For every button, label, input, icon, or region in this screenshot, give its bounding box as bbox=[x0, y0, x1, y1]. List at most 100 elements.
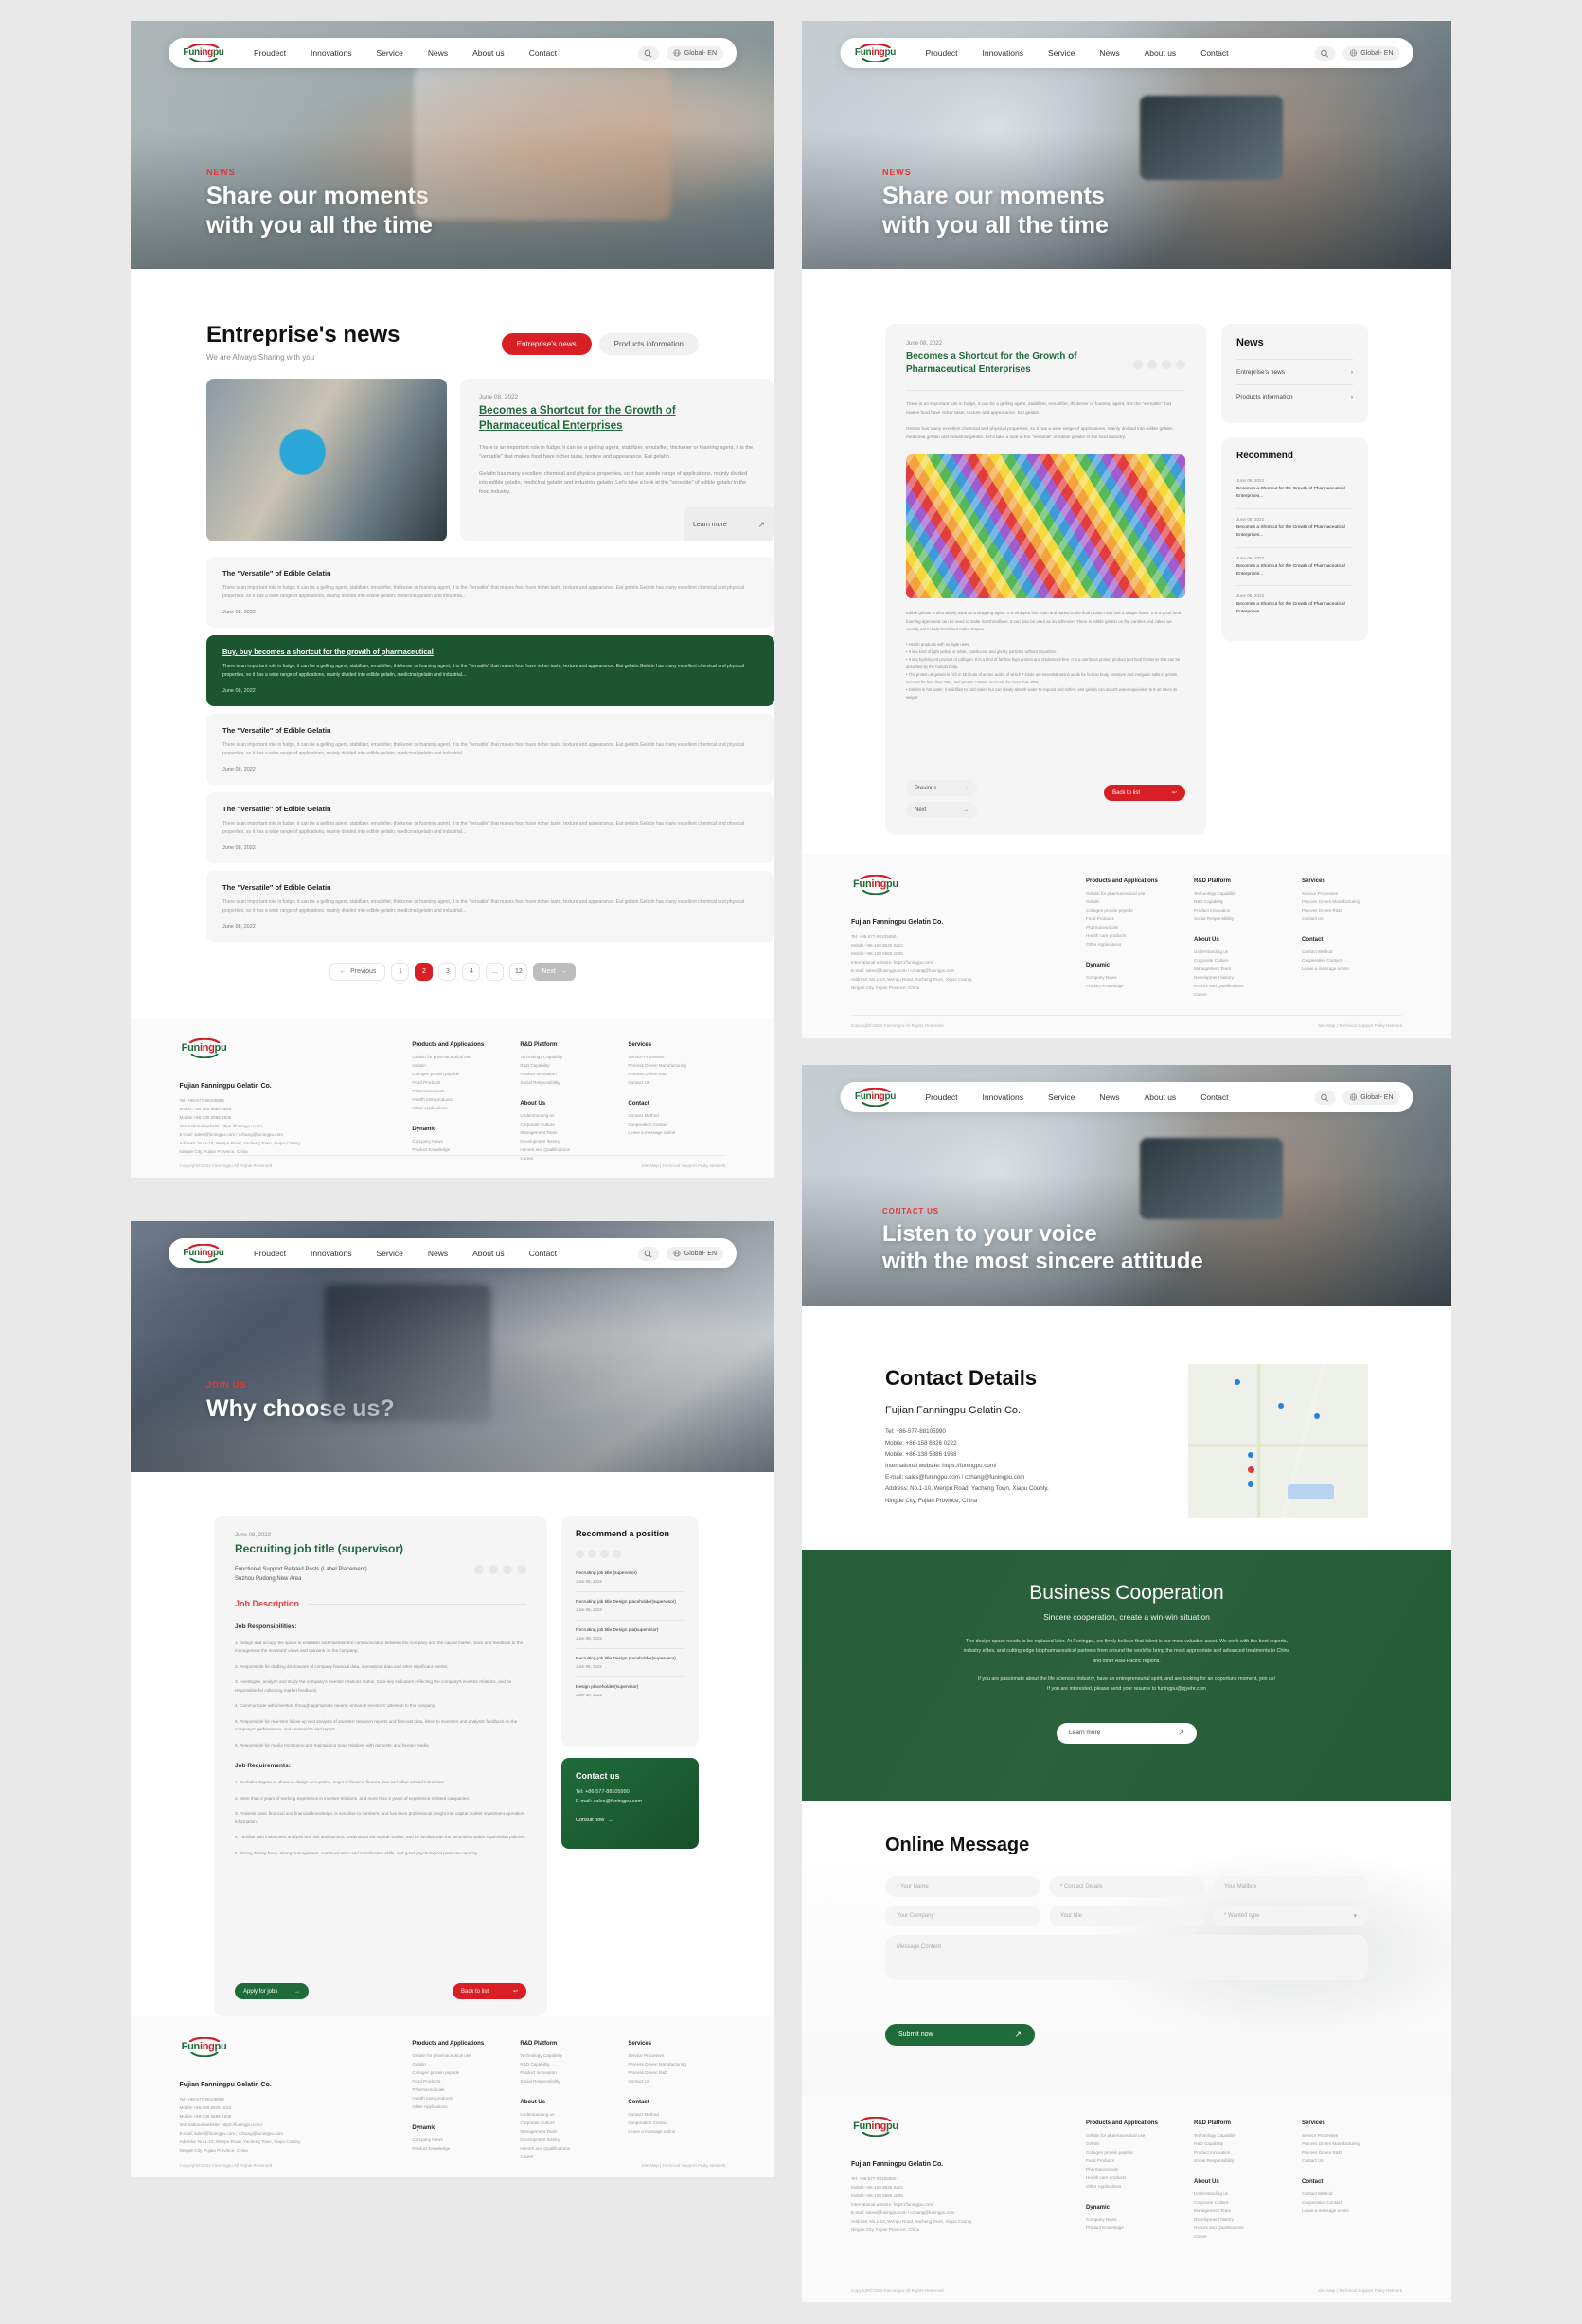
footer-link[interactable]: Social Responsibility bbox=[1194, 915, 1277, 924]
footer-logo[interactable]: Funingpu bbox=[851, 2117, 900, 2137]
footer-link[interactable]: Process Driven Manufacturing bbox=[628, 1062, 711, 1071]
nav-link-innovations[interactable]: Innovations bbox=[983, 48, 1023, 58]
footer-link[interactable]: Leave a message online bbox=[1302, 966, 1385, 974]
footer-link[interactable]: Company News bbox=[1086, 974, 1169, 983]
search-icon[interactable] bbox=[637, 45, 659, 61]
footer-link[interactable]: Other Applications bbox=[412, 2103, 495, 2112]
brand-logo[interactable]: Funingpu bbox=[182, 1244, 225, 1263]
footer-link[interactable]: Contact Us bbox=[628, 2078, 711, 2086]
footer-link[interactable]: Company News bbox=[412, 2137, 495, 2145]
dot-icon-4[interactable] bbox=[613, 1550, 621, 1558]
footer-link[interactable]: Management Team bbox=[1194, 2208, 1277, 2216]
footer-link[interactable]: Contact Us bbox=[1302, 2157, 1385, 2166]
footer-link[interactable]: Process Driven Manufacturing bbox=[1302, 898, 1385, 907]
footer-link[interactable]: Gelatin for pharmaceutical use bbox=[412, 1054, 495, 1062]
nav-link-about[interactable]: About us bbox=[1145, 48, 1177, 58]
language-selector[interactable]: Global- EN bbox=[666, 1246, 723, 1261]
recommend-position-item[interactable]: Recruiting job title (supervisor) June 08… bbox=[576, 1564, 684, 1591]
footer-link[interactable]: Corporate Culture bbox=[1194, 2199, 1277, 2208]
footer-link[interactable]: Service Processes bbox=[628, 1054, 711, 1062]
footer-link[interactable]: Technology Capability bbox=[520, 1054, 603, 1062]
footer-link[interactable]: Process Driven Manufacturing bbox=[628, 2061, 711, 2069]
next-article-button[interactable]: Next → bbox=[906, 802, 977, 818]
recommend-item[interactable]: June 08, 2022 Becomes a Shortcut for the … bbox=[1236, 470, 1353, 508]
location-map[interactable] bbox=[1188, 1364, 1368, 1518]
language-selector[interactable]: Global- EN bbox=[1342, 45, 1400, 61]
footer-link[interactable]: Honors and Qualifications bbox=[520, 1146, 603, 1155]
footer-link[interactable]: Gelatin for pharmaceutical use bbox=[1086, 2132, 1169, 2140]
footer-link[interactable]: Technology Capability bbox=[1194, 2132, 1277, 2140]
nav-link-service[interactable]: Service bbox=[377, 1249, 403, 1258]
previous-article-button[interactable]: Previous → bbox=[906, 780, 977, 796]
nav-link-news[interactable]: News bbox=[428, 48, 448, 58]
pagination-next[interactable]: Next → bbox=[533, 963, 576, 981]
footer-link[interactable]: Company News bbox=[412, 1138, 495, 1146]
footer-link[interactable]: R&D Capability bbox=[1194, 2140, 1277, 2149]
featured-news-image[interactable] bbox=[206, 379, 447, 541]
nav-link-news[interactable]: News bbox=[428, 1249, 448, 1258]
nav-link-product[interactable]: Proudect bbox=[926, 48, 958, 58]
back-to-list-button[interactable]: Back to list ↩ bbox=[453, 1983, 526, 1999]
news-list-item[interactable]: The "Versatile" of Edible Gelatin There i… bbox=[206, 557, 774, 628]
news-list-item[interactable]: The "Versatile" of Edible Gelatin There i… bbox=[206, 871, 774, 942]
footer-link[interactable]: Cooperation Contact bbox=[628, 1121, 711, 1129]
footer-link[interactable]: Food Products bbox=[1086, 2157, 1169, 2166]
footer-link[interactable]: Food Products bbox=[412, 1079, 495, 1088]
nav-link-about[interactable]: About us bbox=[472, 48, 505, 58]
language-selector[interactable]: Global- EN bbox=[1342, 1090, 1400, 1105]
footer-link[interactable]: Product Knowledge bbox=[1086, 983, 1169, 991]
footer-link[interactable]: Leave a message online bbox=[628, 1129, 711, 1138]
footer-link[interactable]: Process Driven R&D bbox=[1302, 907, 1385, 915]
email-input[interactable]: Your Mailbox bbox=[1213, 1876, 1368, 1897]
footer-link[interactable]: Contact Us bbox=[1302, 915, 1385, 924]
footer-link[interactable]: Development history bbox=[520, 1138, 603, 1146]
footer-link[interactable]: Contact Us bbox=[628, 1079, 711, 1088]
footer-link[interactable]: Honors and Qualifications bbox=[520, 2145, 603, 2154]
cooperation-learn-more-button[interactable]: Learn more ↗ bbox=[1057, 1722, 1197, 1744]
footer-link[interactable]: Pharmaceuticals bbox=[1086, 2166, 1169, 2174]
footer-link[interactable]: Pharmaceuticals bbox=[412, 2086, 495, 2095]
footer-link[interactable]: Gelatin for pharmaceutical use bbox=[1086, 890, 1169, 898]
footer-link[interactable]: Corporate Culture bbox=[520, 2120, 603, 2128]
footer-link[interactable]: Contact Method bbox=[628, 2111, 711, 2120]
pagination-page-2[interactable]: 2 bbox=[415, 963, 434, 981]
message-textarea[interactable]: Message Content bbox=[885, 1935, 1368, 1980]
dot-icon-1[interactable] bbox=[576, 1550, 584, 1558]
footer-link[interactable]: Pharmaceuticals bbox=[412, 1088, 495, 1096]
footer-link[interactable]: Leave a message online bbox=[1302, 2208, 1385, 2216]
title-input[interactable]: Your title bbox=[1049, 1906, 1204, 1926]
pagination-page-4[interactable]: 4 bbox=[462, 963, 481, 981]
footer-link[interactable]: Social Responsibility bbox=[520, 1079, 603, 1088]
pagination-page-12[interactable]: 12 bbox=[509, 963, 528, 981]
language-selector[interactable]: Global- EN bbox=[666, 45, 723, 61]
footer-link[interactable]: Product Innovation bbox=[520, 2069, 603, 2078]
footer-link[interactable]: Corporate Culture bbox=[1194, 957, 1277, 966]
back-to-list-button[interactable]: Back to list ↩ bbox=[1104, 785, 1185, 801]
nav-link-about[interactable]: About us bbox=[1145, 1092, 1177, 1102]
nav-link-innovations[interactable]: Innovations bbox=[311, 1249, 351, 1258]
footer-link[interactable]: R&D Capability bbox=[520, 1062, 603, 1071]
footer-link[interactable]: Contact Method bbox=[1302, 949, 1385, 957]
footer-link[interactable]: Product Innovation bbox=[1194, 2149, 1277, 2157]
footer-link[interactable]: Collagen protein peptide bbox=[1086, 2149, 1169, 2157]
brand-logo[interactable]: Funingpu bbox=[854, 44, 898, 62]
pagination-page-3[interactable]: 3 bbox=[438, 963, 457, 981]
footer-link[interactable]: Gelatin bbox=[1086, 898, 1169, 907]
footer-link[interactable]: Social Responsibility bbox=[520, 2078, 603, 2086]
footer-link[interactable]: Career bbox=[1194, 2233, 1277, 2242]
footer-link[interactable]: Product Innovation bbox=[520, 1071, 603, 1079]
search-icon[interactable] bbox=[637, 1246, 659, 1261]
nav-link-about[interactable]: About us bbox=[472, 1249, 505, 1258]
footer-link[interactable]: Social Responsibility bbox=[1194, 2157, 1277, 2166]
footer-link[interactable]: Gelatin bbox=[412, 2061, 495, 2069]
footer-link[interactable]: Understanding us bbox=[1194, 949, 1277, 957]
footer-link[interactable]: Career bbox=[1194, 991, 1277, 1000]
footer-link[interactable]: Understanding us bbox=[520, 2111, 603, 2120]
footer-link[interactable]: Product Knowledge bbox=[1086, 2225, 1169, 2233]
footer-link[interactable]: Other Applications bbox=[1086, 2183, 1169, 2191]
sidebar-item-entreprise-news[interactable]: Entreprise's news › bbox=[1236, 369, 1353, 376]
footer-link[interactable]: Service Processes bbox=[628, 2052, 711, 2061]
footer-link[interactable]: Management Team bbox=[1194, 966, 1277, 974]
nav-link-contact[interactable]: Contact bbox=[529, 48, 557, 58]
contact-input[interactable]: * Contact Details bbox=[1049, 1876, 1204, 1897]
